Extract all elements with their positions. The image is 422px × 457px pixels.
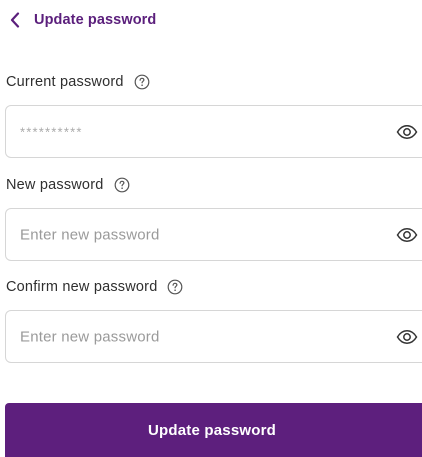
back-button[interactable] (6, 9, 24, 31)
eye-icon[interactable] (396, 329, 418, 345)
current-password-value[interactable]: ********** (20, 124, 83, 139)
question-circle-icon[interactable] (134, 74, 150, 90)
new-password-placeholder[interactable]: Enter new password (20, 226, 160, 243)
question-circle-icon[interactable] (114, 177, 130, 193)
current-password-field[interactable]: ********** (5, 105, 422, 158)
header: Update password (6, 6, 156, 34)
new-password-label-row: New password (6, 177, 130, 193)
question-circle-icon[interactable] (167, 279, 183, 295)
update-password-button-label: Update password (147, 421, 277, 439)
new-password-field[interactable]: Enter new password (5, 208, 422, 261)
confirm-password-placeholder[interactable]: Enter new password (20, 328, 160, 345)
eye-icon[interactable] (396, 227, 418, 243)
update-password-page: Update password Current password *******… (0, 0, 422, 457)
new-password-label: New password (6, 177, 104, 193)
current-password-label-row: Current password (6, 74, 150, 90)
confirm-password-field[interactable]: Enter new password (5, 310, 422, 363)
chevron-left-icon (10, 12, 20, 28)
page-title: Update password (34, 12, 157, 28)
update-password-button[interactable]: Update password (5, 403, 422, 457)
eye-icon[interactable] (396, 124, 418, 140)
current-password-label: Current password (6, 74, 124, 90)
confirm-password-label: Confirm new password (6, 279, 158, 295)
confirm-password-label-row: Confirm new password (6, 279, 183, 295)
